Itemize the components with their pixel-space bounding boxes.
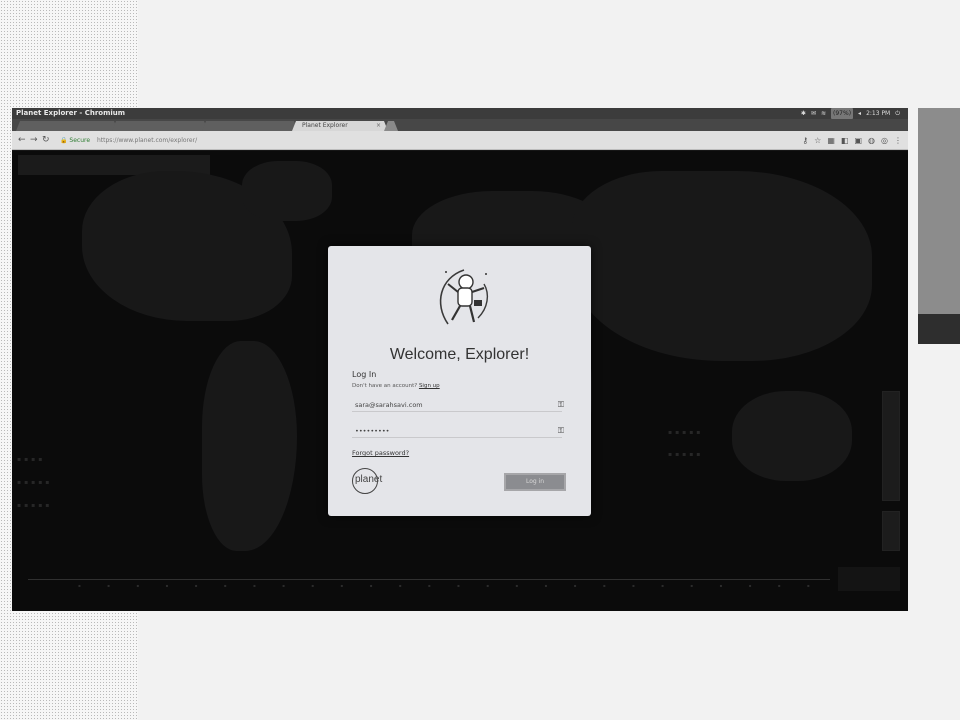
window-title: Planet Explorer - Chromium (16, 109, 126, 117)
astronaut-illustration (439, 269, 489, 325)
system-tray: ✱ ✉ ≋ (97%) ◂ 2:13 PM ⏻ (801, 108, 900, 119)
new-tab-button[interactable] (384, 121, 398, 131)
extension-icon[interactable]: ▣ (854, 135, 862, 146)
clock[interactable]: 2:13 PM (866, 108, 890, 119)
extension-icon[interactable]: ▦ (827, 135, 835, 146)
login-modal: Welcome, Explorer! Log In Don't have an … (328, 246, 591, 516)
password-field[interactable]: ••••••••• ⚿ (352, 424, 564, 438)
tab-planet-explorer[interactable]: Planet Explorer × (292, 121, 388, 131)
tab-label: Planet Explorer (302, 122, 348, 129)
title-bar: Planet Explorer - Chromium ✱ ✉ ≋ (97%) ◂… (12, 108, 908, 119)
tab-close-icon[interactable]: × (376, 121, 381, 131)
key-icon[interactable]: ⚿ (558, 424, 564, 438)
menu-icon[interactable]: ⋮ (894, 135, 902, 146)
extension-icon[interactable]: ◎ (881, 135, 888, 146)
tab-3[interactable] (202, 121, 298, 131)
key-icon[interactable]: ⚿ (558, 398, 564, 412)
planet-logo: planet (352, 468, 394, 494)
extension-icon[interactable]: ◧ (841, 135, 849, 146)
tab-1[interactable] (16, 121, 118, 131)
lock-icon: 🔒 (60, 137, 68, 144)
modal-title: Welcome, Explorer! (389, 346, 530, 363)
url-text: https://www.planet.com/explorer/ (96, 137, 198, 144)
browser-window: Planet Explorer - Chromium ✱ ✉ ≋ (97%) ◂… (12, 108, 908, 611)
signup-prompt: Don't have an account? Sign up (352, 383, 440, 389)
email-field[interactable]: sara@sarahsavi.com ⚿ (352, 398, 564, 412)
tab-strip: Planet Explorer × (12, 119, 908, 131)
star-icon[interactable]: ☆ (814, 135, 821, 146)
volume-icon[interactable]: ◂ (858, 108, 861, 119)
login-heading: Log In (352, 370, 377, 379)
forward-icon[interactable]: → (30, 134, 38, 146)
back-icon[interactable]: ← (18, 134, 26, 146)
security-label: Secure (69, 137, 91, 144)
battery-indicator[interactable]: (97%) (831, 108, 854, 119)
password-value: ••••••••• (355, 427, 390, 435)
login-button[interactable]: Log in (504, 473, 566, 491)
email-value: sara@sarahsavi.com (355, 401, 423, 409)
key-icon[interactable]: ⚷ (802, 135, 808, 146)
wifi-icon[interactable]: ≋ (821, 108, 826, 119)
extension-icon[interactable]: ◍ (868, 135, 875, 146)
tab-2[interactable] (112, 121, 208, 131)
browser-toolbar: ← → ↻ 🔒 Secure https://www.planet.com/ex… (12, 131, 908, 150)
bluetooth-icon[interactable]: ✱ (801, 108, 806, 119)
forgot-password-link[interactable]: Forgot password? (352, 449, 409, 457)
power-icon[interactable]: ⏻ (895, 108, 900, 119)
side-thumbnail (918, 108, 960, 344)
reload-icon[interactable]: ↻ (42, 134, 50, 146)
address-bar[interactable]: 🔒 Secure https://www.planet.com/explorer… (60, 135, 780, 146)
mail-icon[interactable]: ✉ (811, 108, 816, 119)
extensions: ⚷ ☆ ▦ ◧ ▣ ◍ ◎ ⋮ (802, 135, 902, 146)
signup-link[interactable]: Sign up (419, 383, 440, 389)
